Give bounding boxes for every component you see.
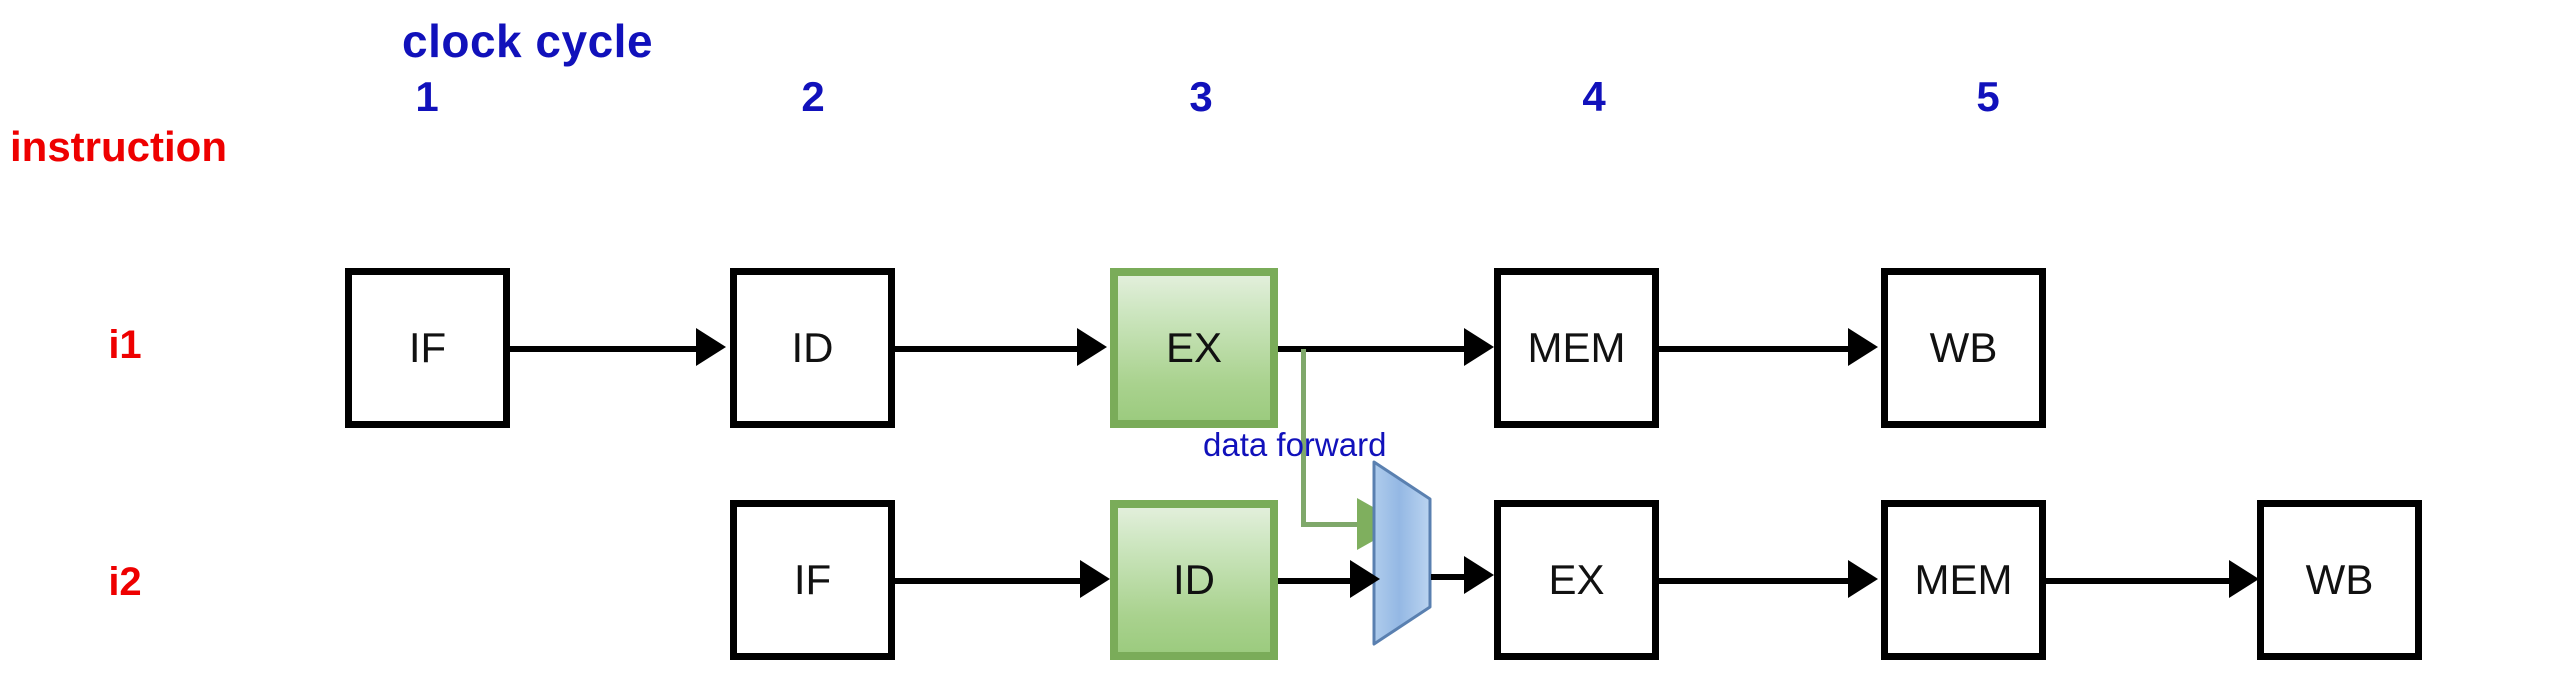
stage-box-i1-mem[interactable]: MEM	[1494, 268, 1659, 428]
clock-cycle-5-label: 5	[1976, 73, 2000, 120]
stage-label: MEM	[1914, 556, 2013, 603]
instruction-row-label-i2: i2	[108, 560, 142, 604]
stage-box-i2-ex[interactable]: EX	[1494, 500, 1659, 660]
arrowhead-i2-id-to-mux	[1350, 560, 1380, 598]
wire-i2-ex-to-mem	[1659, 578, 1859, 584]
arrowhead-i2-mem-to-wb	[2229, 560, 2259, 598]
wire-i1-ex-to-mem	[1277, 346, 1477, 352]
arrowhead-i2-ex-to-mem	[1848, 560, 1878, 598]
stage-box-i1-wb[interactable]: WB	[1881, 268, 2046, 428]
instruction-row-label-i1: i1	[108, 323, 142, 367]
clock-cycle-4-label: 4	[1582, 73, 1606, 120]
stage-box-i2-if[interactable]: IF	[730, 500, 895, 660]
instruction-axis-label: instruction	[10, 123, 227, 170]
wire-i2-mem-to-wb	[2046, 578, 2251, 584]
stage-label: IF	[793, 556, 832, 603]
data-forward-annotation: data forward	[1203, 426, 1387, 463]
stage-box-i1-if[interactable]: IF	[345, 268, 510, 428]
clock-cycle-3-label: 3	[1189, 73, 1213, 120]
stage-label: ID	[1173, 556, 1215, 603]
stage-label: EX	[1548, 556, 1605, 603]
wire-i1-mem-to-wb	[1659, 346, 1859, 352]
stage-box-i2-id[interactable]: ID	[1110, 500, 1278, 660]
pipeline-diagram-canvas: clock cycle 1 2 3 4 5 instruction i1 i2 …	[0, 0, 2560, 693]
arrowhead-i2-if-to-id	[1080, 560, 1110, 598]
data-forward-horizontal-wire	[1301, 522, 1363, 527]
arrowhead-mux-to-i2-ex	[1464, 556, 1494, 594]
arrowhead-i1-id-to-ex	[1077, 328, 1107, 366]
clock-cycle-1-label: 1	[415, 73, 439, 120]
stage-label: ID	[791, 324, 834, 371]
stage-label: WB	[2305, 556, 2374, 603]
clock-cycle-title: clock cycle	[402, 15, 654, 67]
stage-label: IF	[408, 324, 447, 371]
stage-label: WB	[1929, 324, 1998, 371]
stage-box-i2-wb[interactable]: WB	[2257, 500, 2422, 660]
arrowhead-i1-if-to-id	[696, 328, 726, 366]
wire-i2-if-to-id	[893, 578, 1093, 584]
stage-box-i1-id[interactable]: ID	[730, 268, 895, 428]
multiplexer-shape[interactable]	[1371, 459, 1433, 647]
wire-i1-id-to-ex	[893, 346, 1089, 352]
arrowhead-i1-mem-to-wb	[1848, 328, 1878, 366]
stage-label: MEM	[1527, 324, 1626, 371]
stage-box-i1-ex[interactable]: EX	[1110, 268, 1278, 428]
stage-box-i2-mem[interactable]: MEM	[1881, 500, 2046, 660]
stage-label: EX	[1165, 324, 1223, 371]
arrowhead-i1-ex-to-mem	[1464, 328, 1494, 366]
wire-i1-if-to-id	[508, 346, 708, 352]
clock-cycle-2-label: 2	[801, 73, 825, 120]
